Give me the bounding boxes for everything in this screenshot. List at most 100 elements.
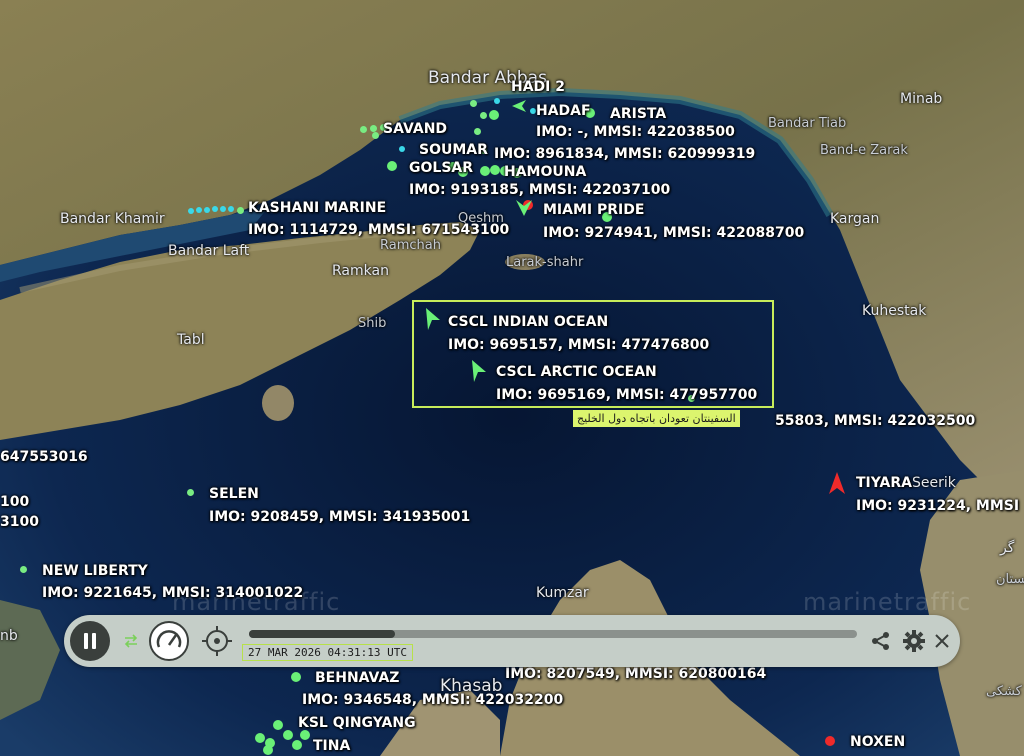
place-gar: گر: [1000, 540, 1015, 556]
vessel-name-hadi2[interactable]: HADI 2: [511, 79, 565, 95]
vessel-marker[interactable]: [480, 112, 487, 119]
vessel-name-savand[interactable]: SAVAND: [383, 121, 447, 137]
vessel-info-partial: 3100: [0, 514, 39, 530]
vessel-name-kashani[interactable]: KASHANI MARINE: [248, 200, 386, 216]
vessel-marker[interactable]: [291, 672, 301, 682]
vessel-marker[interactable]: [370, 125, 377, 132]
vessel-arrow-icon[interactable]: [829, 472, 845, 494]
vessel-info-behnavaz: IMO: 9346548, MMSI: 422032200: [302, 692, 564, 708]
annotation-tooltip: السفينتان تعودان باتجاه دول الخليج: [573, 410, 740, 427]
vessel-marker-red[interactable]: [825, 736, 835, 746]
vessel-marker[interactable]: [494, 98, 500, 104]
vessel-info-kashani: IMO: 1114729, MMSI: 671543100: [248, 222, 510, 238]
vessel-marker[interactable]: [474, 128, 481, 135]
vessel-name-miami[interactable]: MIAMI PRIDE: [543, 202, 644, 218]
place-bandar-tiab: Bandar Tiab: [768, 116, 847, 131]
vessel-marker[interactable]: [20, 566, 27, 573]
place-seerik: Seerik: [912, 475, 956, 491]
place-kuhestak: Kuhestak: [862, 303, 927, 319]
vessel-marker[interactable]: [360, 126, 367, 133]
settings-button[interactable]: [902, 629, 926, 653]
vessel-info-selen: IMO: 9208459, MMSI: 341935001: [209, 509, 471, 525]
place-band-e-zarak: Band-e Zarak: [820, 143, 908, 158]
place-tabl: Tabl: [177, 332, 205, 348]
vessel-name-arista[interactable]: ARISTA: [610, 106, 666, 122]
vessel-marker[interactable]: [490, 165, 500, 175]
place-ramchah: Ramchah: [380, 238, 441, 253]
vessel-name-hadaf[interactable]: HADAF: [536, 103, 591, 119]
vessel-marker[interactable]: [489, 110, 499, 120]
place-ramkan: Ramkan: [332, 263, 389, 279]
vessel-marker[interactable]: [228, 206, 234, 212]
place-minab: Minab: [900, 91, 943, 107]
playback-bar: 27 MAR 2026 04:31:13 UTC: [64, 615, 960, 667]
locate-button[interactable]: [200, 624, 234, 658]
place-shib: Shib: [358, 316, 387, 331]
vessel-name-soumar[interactable]: SOUMAR: [419, 142, 488, 158]
vessel-name-tiyara[interactable]: TIYARA: [856, 475, 912, 491]
vessel-marker[interactable]: [255, 733, 265, 743]
place-kumzar: Kumzar: [536, 585, 589, 601]
vessel-info-partial: 55803, MMSI: 422032500: [775, 413, 976, 429]
vessel-info-cscl-indian: IMO: 9695157, MMSI: 477476800: [448, 337, 710, 353]
vessel-marker[interactable]: [372, 132, 379, 139]
place-bandar-laft: Bandar Laft: [168, 243, 250, 259]
vessel-marker[interactable]: [237, 207, 244, 214]
vessel-arrow-icon[interactable]: [516, 200, 532, 216]
timeline-slider[interactable]: [249, 630, 857, 638]
vessel-marker[interactable]: [212, 206, 218, 212]
place-kashki: کشکی: [986, 684, 1022, 699]
vessel-info-tiyara: IMO: 9231224, MMSI: [856, 498, 1020, 514]
place-bandar-khamir: Bandar Khamir: [60, 211, 165, 227]
vessel-marker[interactable]: [470, 100, 477, 107]
vessel-name-behnavaz[interactable]: BEHNAVAZ: [315, 670, 399, 686]
vessel-marker[interactable]: [292, 740, 302, 750]
vessel-info-hamouna: IMO: 9193185, MMSI: 422037100: [409, 182, 671, 198]
vessel-marker[interactable]: [283, 730, 293, 740]
speed-button[interactable]: [149, 621, 189, 661]
close-button[interactable]: [934, 633, 950, 649]
swap-arrows-icon: [124, 634, 138, 648]
vessel-name-noxen[interactable]: NOXEN: [850, 734, 905, 750]
vessel-info-hadaf: IMO: -, MMSI: 422038500: [536, 124, 735, 140]
share-icon: [872, 632, 889, 650]
vessel-info-partial: 100: [0, 494, 30, 510]
pause-button[interactable]: [70, 621, 110, 661]
place-kuhestan: کوهستان: [996, 572, 1024, 587]
share-button[interactable]: [870, 630, 892, 652]
place-nb: nb: [0, 628, 18, 644]
crosshair-icon: [202, 626, 232, 656]
close-icon: [935, 634, 949, 648]
vessel-name-cscl-indian[interactable]: CSCL INDIAN OCEAN: [448, 314, 608, 330]
vessel-marker[interactable]: [196, 207, 202, 213]
vessel-marker[interactable]: [399, 146, 405, 152]
vessel-marker[interactable]: [204, 207, 210, 213]
vessel-marker[interactable]: [187, 489, 194, 496]
vessel-marker[interactable]: [387, 161, 397, 171]
place-larak: Larak-shahr: [506, 255, 584, 270]
pause-icon: [84, 633, 96, 649]
vessel-name-golsar[interactable]: GOLSAR: [409, 160, 473, 176]
vessel-name-cscl-arctic[interactable]: CSCL ARCTIC OCEAN: [496, 364, 657, 380]
playback-timestamp: 27 MAR 2026 04:31:13 UTC: [242, 644, 413, 661]
vessel-name-tina[interactable]: TINA: [313, 738, 350, 754]
vessel-marker[interactable]: [300, 730, 310, 740]
vessel-arrow-icon[interactable]: [512, 100, 526, 112]
vessel-name-new-liberty[interactable]: NEW LIBERTY: [42, 563, 148, 579]
vessel-marker[interactable]: [188, 208, 194, 214]
vessel-marker[interactable]: [263, 745, 273, 755]
vessel-info-miami: IMO: 9274941, MMSI: 422088700: [543, 225, 805, 241]
vessel-info-soumar: IMO: 8961834, MMSI: 620999319: [494, 146, 756, 162]
vessel-info-partial: IMO: 8207549, MMSI: 620800164: [505, 666, 767, 682]
vessel-marker[interactable]: [273, 720, 283, 730]
vessel-marker[interactable]: [220, 206, 226, 212]
place-kargan: Kargan: [830, 211, 880, 227]
vessel-info-cscl-arctic: IMO: 9695169, MMSI: 477957700: [496, 387, 758, 403]
swap-arrows-button[interactable]: [122, 632, 140, 650]
vessel-name-hamouna[interactable]: HAMOUNA: [504, 164, 586, 180]
vessel-name-ksl-qingyang[interactable]: KSL QINGYANG: [298, 715, 416, 731]
vessel-info-new-liberty: IMO: 9221645, MMSI: 314001022: [42, 585, 304, 601]
vessel-marker[interactable]: [480, 166, 490, 176]
vessel-name-selen[interactable]: SELEN: [209, 486, 259, 502]
watermark: marinetraffic: [803, 588, 972, 616]
